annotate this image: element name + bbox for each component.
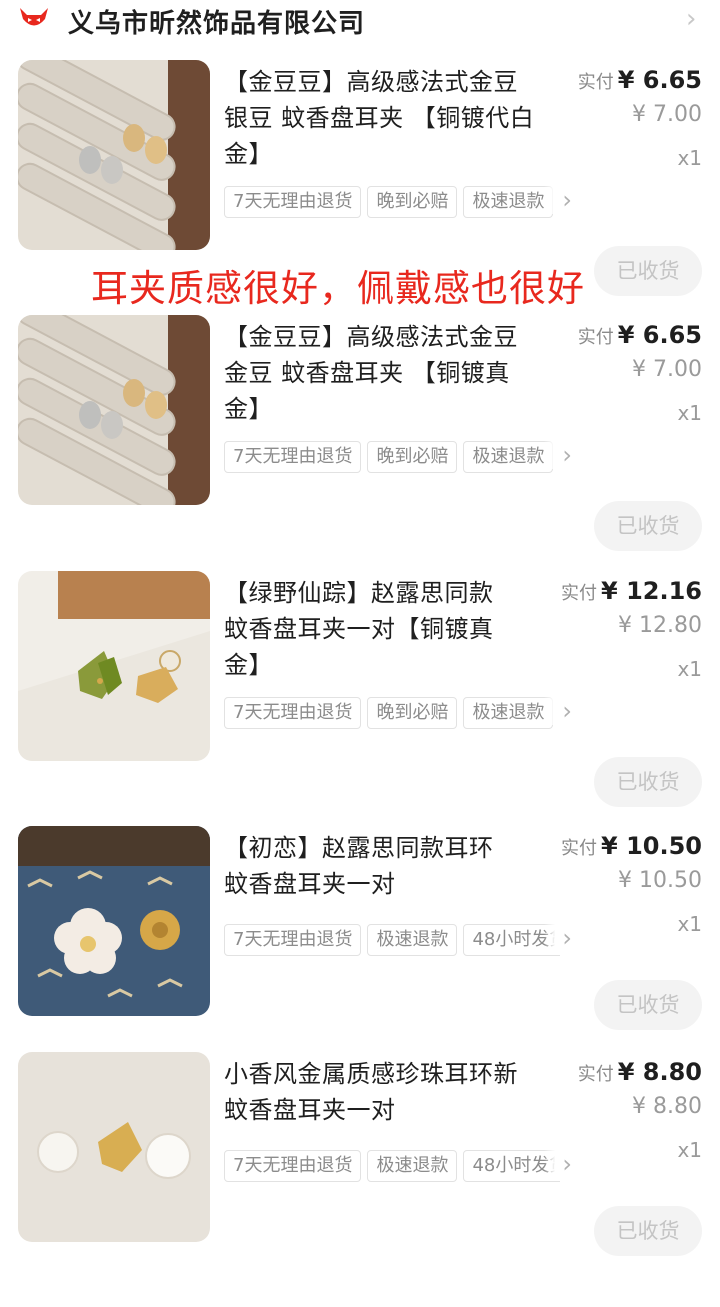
service-tag: 极速退款 <box>463 441 554 473</box>
paid-label: 实付 <box>577 327 614 348</box>
product-image[interactable] <box>18 60 210 250</box>
paid-value: ¥ 10.50 <box>601 832 702 860</box>
original-price: ¥ 7.00 <box>632 357 702 382</box>
chevron-right-icon[interactable]: › <box>544 186 572 214</box>
chevron-right-icon[interactable]: › <box>544 697 572 725</box>
product-image[interactable] <box>18 571 210 761</box>
chevron-right-icon[interactable]: › <box>686 4 696 34</box>
original-price: ¥ 7.00 <box>632 102 702 127</box>
title-line: 【金豆豆】高级感法式金豆 <box>224 68 518 96</box>
title-line: 金】 <box>224 651 273 679</box>
title-line: 【金豆豆】高级感法式金豆 <box>224 323 518 351</box>
product-image[interactable] <box>18 1052 210 1242</box>
service-tag: 极速退款 <box>367 1150 458 1182</box>
chevron-right-icon[interactable]: › <box>544 441 572 469</box>
original-price: ¥ 12.80 <box>618 613 702 638</box>
received-status-button[interactable]: 已收货 <box>594 980 702 1030</box>
product-title[interactable]: 【金豆豆】高级感法式金豆 银豆 蚊香盘耳夹 【铜镀代白 金】 <box>224 64 566 172</box>
service-tags: 7天无理由退货 晚到必赔 极速退款 <box>224 697 560 729</box>
product-image[interactable] <box>18 826 210 1016</box>
service-tag: 晚到必赔 <box>367 441 458 473</box>
order-item[interactable]: 【绿野仙踪】赵露思同款 蚊香盘耳夹一对【铜镀真 金】 实付 ¥ 12.16 ¥ 1… <box>0 571 720 826</box>
service-tag: 7天无理由退货 <box>224 924 362 956</box>
service-tag: 极速退款 <box>367 924 458 956</box>
order-item[interactable]: 【金豆豆】高级感法式金豆 金豆 蚊香盘耳夹 【铜镀真 金】 实付 ¥ 6.65 ¥… <box>0 315 720 570</box>
chevron-right-icon[interactable]: › <box>544 1150 572 1178</box>
product-image[interactable] <box>18 315 210 505</box>
title-line: 金】 <box>224 395 273 423</box>
quantity: x1 <box>677 401 702 425</box>
service-tags: 7天无理由退货 极速退款 48小时发货 <box>224 1150 560 1182</box>
product-title[interactable]: 【金豆豆】高级感法式金豆 金豆 蚊香盘耳夹 【铜镀真 金】 <box>224 319 566 427</box>
service-tag: 极速退款 <box>463 697 554 729</box>
service-tags: 7天无理由退货 极速退款 48小时发货 <box>224 924 560 956</box>
order-item[interactable]: 【初恋】赵露思同款耳环 蚊香盘耳夹一对 实付 ¥ 10.50 ¥ 10.50 x1… <box>0 826 720 1081</box>
paid-price: 实付 ¥ 8.80 <box>578 1058 702 1086</box>
title-line: 银豆 蚊香盘耳夹 【铜镀代白 <box>224 104 535 132</box>
paid-value: ¥ 6.65 <box>617 321 702 349</box>
received-status-button[interactable]: 已收货 <box>594 1206 702 1256</box>
paid-price: 实付 ¥ 10.50 <box>561 832 702 860</box>
product-title[interactable]: 【初恋】赵露思同款耳环 蚊香盘耳夹一对 <box>224 830 566 902</box>
original-price: ¥ 10.50 <box>618 868 702 893</box>
title-line: 【绿野仙踪】赵露思同款 <box>224 579 494 607</box>
paid-label: 实付 <box>577 72 614 93</box>
paid-value: ¥ 6.65 <box>617 66 702 94</box>
service-tag: 7天无理由退货 <box>224 1150 362 1182</box>
review-overlay-text: 耳夹质感很好，佩戴感也很好 <box>91 267 585 310</box>
title-line: 蚊香盘耳夹一对 <box>224 1096 396 1124</box>
paid-price: 实付 ¥ 12.16 <box>561 577 702 605</box>
received-status-button[interactable]: 已收货 <box>594 246 702 296</box>
order-item[interactable]: 小香风金属质感珍珠耳环新 蚊香盘耳夹一对 实付 ¥ 8.80 ¥ 8.80 x1 … <box>0 1052 720 1307</box>
quantity: x1 <box>677 146 702 170</box>
service-tag: 晚到必赔 <box>367 697 458 729</box>
paid-price: 实付 ¥ 6.65 <box>578 66 702 94</box>
paid-value: ¥ 8.80 <box>617 1058 702 1086</box>
service-tag: 晚到必赔 <box>367 186 458 218</box>
paid-label: 实付 <box>577 1064 614 1085</box>
title-line: 蚊香盘耳夹一对【铜镀真 <box>224 615 494 643</box>
service-tag: 7天无理由退货 <box>224 186 362 218</box>
service-tag: 极速退款 <box>463 186 554 218</box>
product-title[interactable]: 【绿野仙踪】赵露思同款 蚊香盘耳夹一对【铜镀真 金】 <box>224 575 566 683</box>
quantity: x1 <box>677 657 702 681</box>
paid-label: 实付 <box>561 838 598 859</box>
received-status-button[interactable]: 已收货 <box>594 757 702 807</box>
title-line: 蚊香盘耳夹一对 <box>224 870 396 898</box>
quantity: x1 <box>677 1138 702 1162</box>
paid-value: ¥ 12.16 <box>601 577 702 605</box>
shop-name[interactable]: 义乌市昕然饰品有限公司 <box>68 3 365 40</box>
received-status-button[interactable]: 已收货 <box>594 501 702 551</box>
service-tags: 7天无理由退货 晚到必赔 极速退款 <box>224 186 560 218</box>
original-price: ¥ 8.80 <box>632 1094 702 1119</box>
quantity: x1 <box>677 912 702 936</box>
service-tags: 7天无理由退货 晚到必赔 极速退款 <box>224 441 560 473</box>
title-line: 小香风金属质感珍珠耳环新 <box>224 1060 518 1088</box>
paid-label: 实付 <box>561 583 598 604</box>
product-title[interactable]: 小香风金属质感珍珠耳环新 蚊香盘耳夹一对 <box>224 1056 566 1128</box>
service-tag: 7天无理由退货 <box>224 441 362 473</box>
chevron-right-icon[interactable]: › <box>544 924 572 952</box>
shop-header[interactable]: 义乌市昕然饰品有限公司 › <box>0 0 720 44</box>
paid-price: 实付 ¥ 6.65 <box>578 321 702 349</box>
service-tag: 7天无理由退货 <box>224 697 362 729</box>
tmall-cat-logo <box>20 8 48 26</box>
title-line: 【初恋】赵露思同款耳环 <box>224 834 494 862</box>
title-line: 金】 <box>224 140 273 168</box>
title-line: 金豆 蚊香盘耳夹 【铜镀真 <box>224 359 510 387</box>
